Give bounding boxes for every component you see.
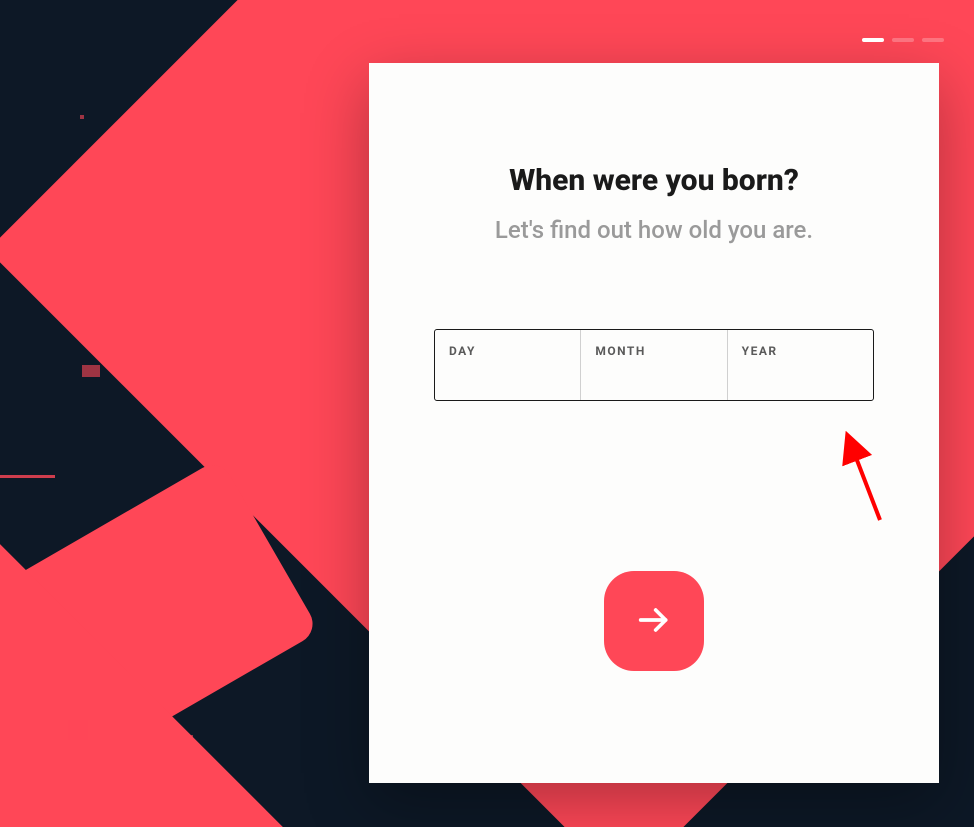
progress-indicator	[862, 38, 944, 42]
day-label: DAY	[449, 344, 566, 358]
month-label: MONTH	[595, 344, 712, 358]
year-input[interactable]	[742, 362, 859, 380]
day-input[interactable]	[449, 362, 566, 380]
card-title: When were you born?	[509, 163, 799, 198]
date-input-group: DAY MONTH YEAR	[434, 329, 874, 401]
arrow-right-icon	[634, 600, 674, 643]
progress-step-1	[862, 38, 884, 42]
progress-step-3	[922, 38, 944, 42]
year-field-wrapper: YEAR	[728, 330, 873, 400]
month-input[interactable]	[595, 362, 712, 380]
day-field-wrapper: DAY	[435, 330, 581, 400]
month-field-wrapper: MONTH	[581, 330, 727, 400]
form-card: When were you born? Let's find out how o…	[369, 63, 939, 783]
next-button[interactable]	[604, 571, 704, 671]
card-subtitle: Let's find out how old you are.	[495, 216, 813, 244]
year-label: YEAR	[742, 344, 859, 358]
progress-step-2	[892, 38, 914, 42]
